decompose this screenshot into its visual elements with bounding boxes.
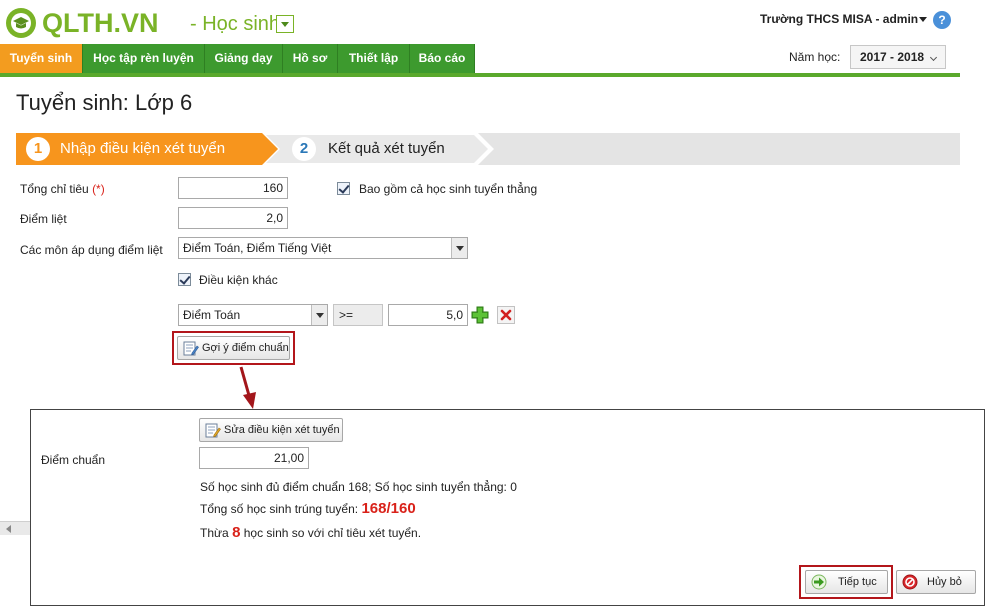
condition-value-input[interactable]: 5,0 xyxy=(388,304,468,326)
cancel-icon xyxy=(902,574,918,590)
arrow-right-icon xyxy=(811,574,827,590)
suggest-icon xyxy=(183,341,199,356)
horizontal-scrollbar[interactable] xyxy=(0,521,30,535)
excess-summary: Thừa 8 học sinh so với chỉ tiêu xét tuyể… xyxy=(200,524,422,541)
subjects-label: Các môn áp dụng điểm liệt xyxy=(20,243,163,257)
suggest-cutoff-button[interactable]: Gợi ý điểm chuẩn xyxy=(177,336,290,360)
help-icon[interactable]: ? xyxy=(933,11,951,29)
module-name: - Học sinh xyxy=(190,13,281,35)
logo-icon xyxy=(6,8,36,38)
tab-ho-so[interactable]: Hồ sơ xyxy=(283,44,338,73)
condition-subject-select[interactable]: Điểm Toán xyxy=(178,304,328,326)
page-title: Tuyển sinh: Lớp 6 xyxy=(16,90,193,115)
total-admitted-value: 168/160 xyxy=(361,500,416,517)
cutoff-label: Điểm chuẩn xyxy=(41,453,106,467)
module-dropdown-button[interactable] xyxy=(276,15,294,33)
chevron-down-icon[interactable] xyxy=(311,305,327,325)
condition-subject-value: Điểm Toán xyxy=(183,308,241,322)
chevron-down-icon[interactable] xyxy=(919,17,927,22)
step-1-number: 1 xyxy=(26,137,50,161)
quota-label: Tổng chỉ tiêu (*) xyxy=(20,182,105,196)
add-condition-icon[interactable] xyxy=(471,306,489,324)
tab-hoc-tap-ren-luyen[interactable]: Học tập rèn luyện xyxy=(83,44,205,73)
include-direct-label: Bao gồm cả học sinh tuyển thẳng xyxy=(359,182,538,196)
school-year-label: Năm học: xyxy=(789,50,841,64)
remove-condition-icon[interactable] xyxy=(497,306,515,324)
edit-conditions-label: Sửa điều kiện xét tuyển xyxy=(224,424,340,436)
edit-icon xyxy=(205,423,221,438)
fail-score-input[interactable]: 2,0 xyxy=(178,207,288,229)
continue-label: Tiếp tục xyxy=(838,576,877,588)
step-2-label: Kết quả xét tuyển xyxy=(328,140,445,157)
excess-count: 8 xyxy=(232,524,241,541)
required-mark: (*) xyxy=(92,182,105,196)
continue-button[interactable]: Tiếp tục xyxy=(805,570,888,594)
flow-arrow-icon xyxy=(239,366,256,409)
school-year-select[interactable]: 2017 - 2018 xyxy=(850,45,946,69)
fail-score-label: Điểm liệt xyxy=(20,212,67,226)
subjects-select[interactable]: Điểm Toán, Điểm Tiếng Việt xyxy=(178,237,468,259)
user-menu[interactable]: Trường THCS MISA - admin xyxy=(760,12,918,26)
chevron-down-icon[interactable] xyxy=(451,238,467,258)
cancel-label: Hủy bỏ xyxy=(927,576,962,588)
other-conditions-label: Điều kiện khác xyxy=(199,273,278,287)
other-conditions-checkbox[interactable] xyxy=(178,273,191,286)
subjects-value: Điểm Toán, Điểm Tiếng Việt xyxy=(183,241,332,255)
tab-bao-cao[interactable]: Báo cáo xyxy=(410,44,475,73)
quota-input[interactable]: 160 xyxy=(178,177,288,199)
edit-conditions-button[interactable]: Sửa điều kiện xét tuyển xyxy=(199,418,343,442)
step-1-label: Nhập điều kiện xét tuyển xyxy=(60,140,226,157)
step-2-number: 2 xyxy=(292,137,316,161)
suggest-cutoff-label: Gợi ý điểm chuẩn xyxy=(202,342,289,354)
cancel-button[interactable]: Hủy bỏ xyxy=(896,570,976,594)
logo-text: QLTH.VN xyxy=(42,8,159,38)
tab-giang-day[interactable]: Giảng dạy xyxy=(205,44,283,73)
tab-tuyen-sinh[interactable]: Tuyển sinh xyxy=(0,44,83,73)
tab-thiet-lap[interactable]: Thiết lập xyxy=(338,44,410,73)
condition-operator[interactable]: >= xyxy=(333,304,383,326)
total-admitted: Tổng số học sinh trúng tuyển: 168/160 xyxy=(200,500,416,517)
include-direct-checkbox[interactable] xyxy=(337,182,350,195)
cutoff-input[interactable]: 21,00 xyxy=(199,447,309,469)
eligible-summary: Số học sinh đủ điểm chuẩn 168; Số học si… xyxy=(200,480,517,494)
